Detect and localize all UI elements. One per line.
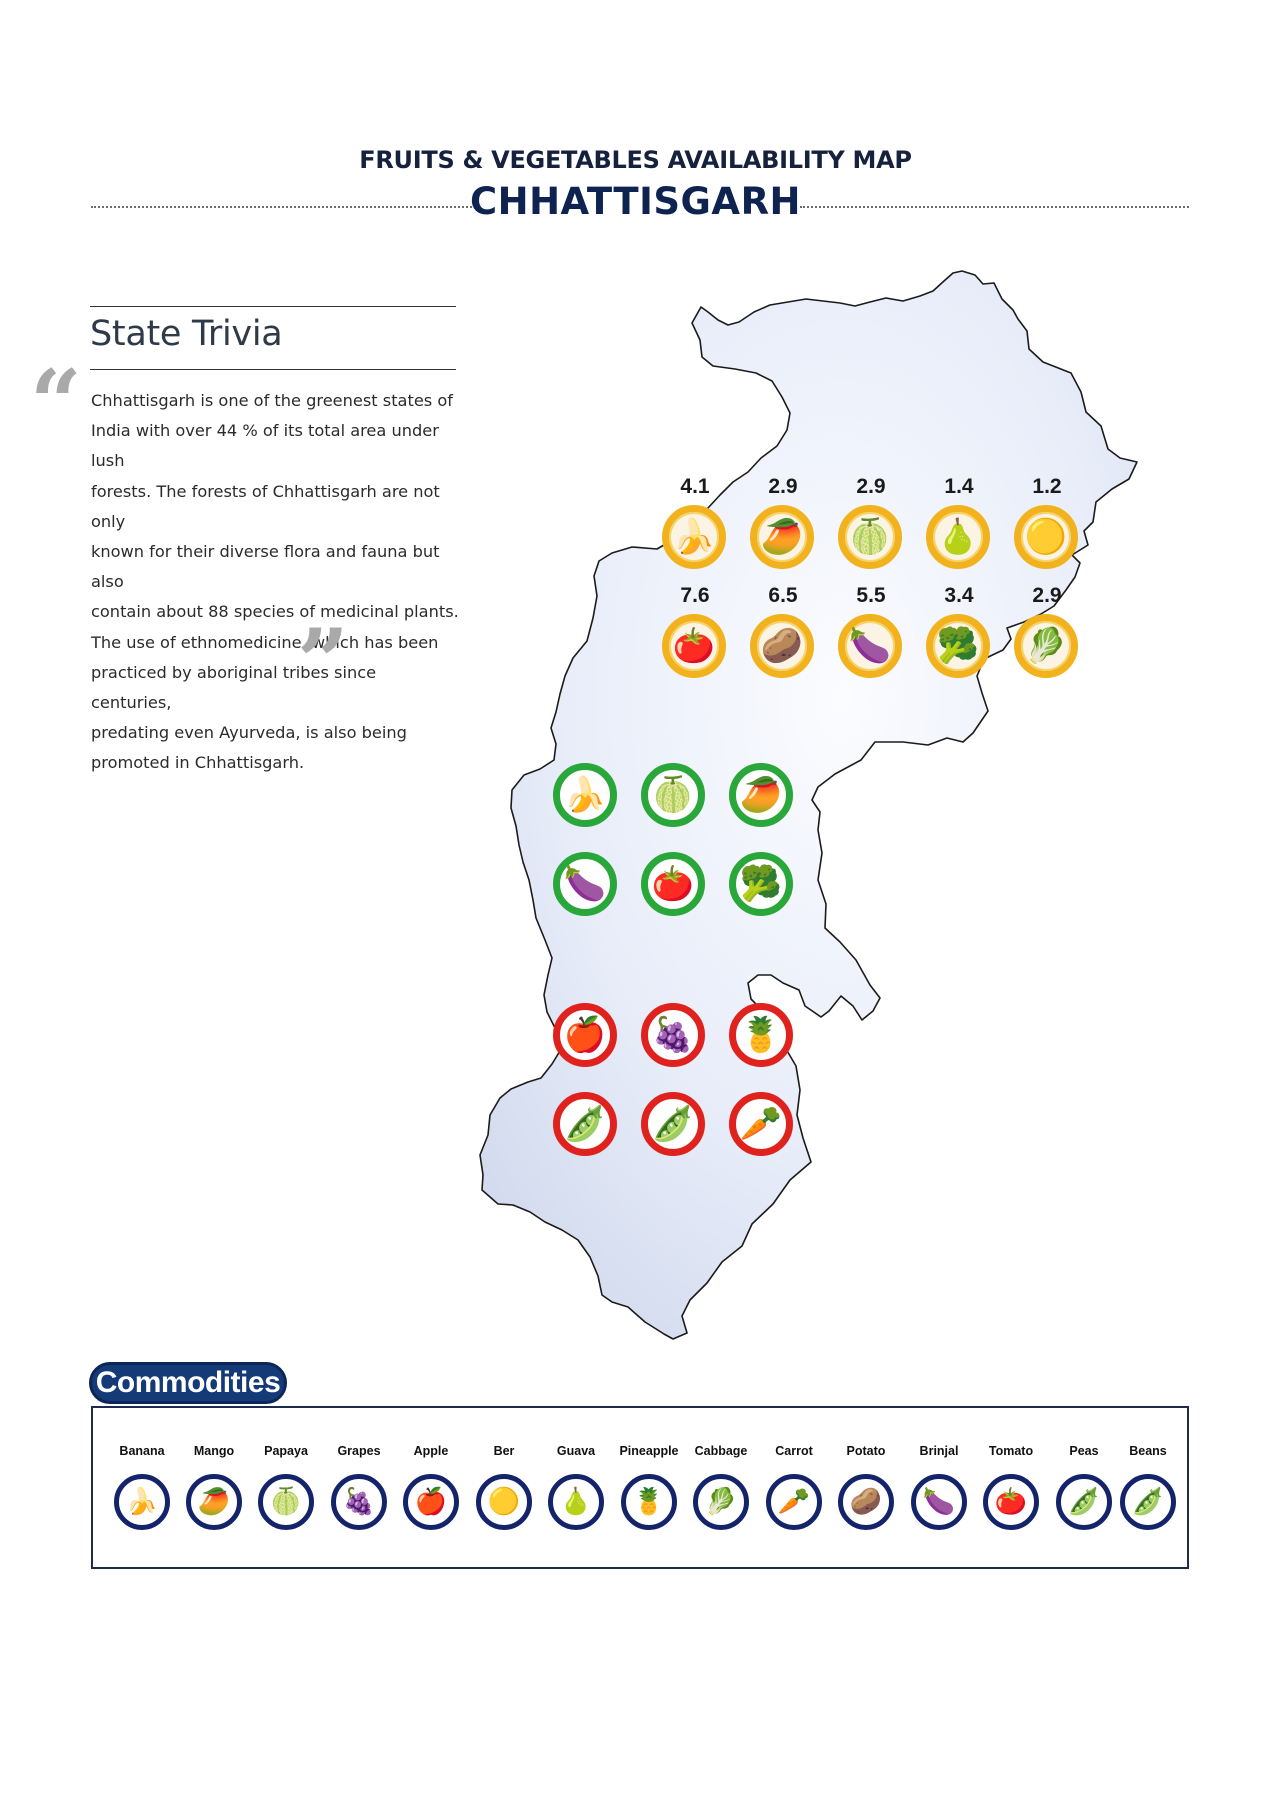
commodity-name: Banana	[119, 1444, 165, 1458]
banana-icon: 🍌	[114, 1474, 170, 1530]
potato-badge: 🥔	[750, 614, 814, 678]
surplus-value-label: 7.6	[680, 584, 710, 607]
tomato-badge: 🍅	[641, 852, 705, 916]
papaya-badge: 🍈	[838, 505, 902, 569]
commodity-name: Grapes	[337, 1444, 381, 1458]
commodity-name: Beans	[1129, 1444, 1167, 1458]
brinjal-icon: 🍆	[911, 1474, 967, 1530]
commodity-name: Peas	[1069, 1444, 1099, 1458]
ber-icon: 🟡	[476, 1474, 532, 1530]
guava-badge: 🍐	[926, 505, 990, 569]
grapes-badge: 🍇	[641, 1003, 705, 1067]
pineapple-icon: 🍍	[621, 1474, 677, 1530]
commodity-name: Cabbage	[694, 1444, 748, 1458]
mango-badge: 🥭	[729, 763, 793, 827]
banana-badge: 🍌	[662, 505, 726, 569]
grapes-icon: 🍇	[331, 1474, 387, 1530]
surplus-value-label: 2.9	[768, 475, 798, 498]
commodity-name: Tomato	[988, 1444, 1034, 1458]
mango-icon: 🥭	[186, 1474, 242, 1530]
brinjal-badge: 🍆	[553, 852, 617, 916]
commodity-name: Apple	[413, 1444, 449, 1458]
commodities-legend: Banana 🍌 Mango 🥭 Papaya 🍈 Grapes 🍇 Apple…	[91, 1406, 1189, 1569]
carrot-badge: 🥕	[729, 1092, 793, 1156]
peas-icon: 🫛	[1056, 1474, 1112, 1530]
commodity-name: Carrot	[775, 1444, 813, 1458]
mango-badge: 🥭	[750, 505, 814, 569]
surplus-value-label: 1.2	[1032, 475, 1062, 498]
papaya-icon: 🍈	[258, 1474, 314, 1530]
guava-icon: 🍐	[548, 1474, 604, 1530]
potato-icon: 🥔	[838, 1474, 894, 1530]
commodity-name: Ber	[493, 1444, 515, 1458]
cauliflower-badge: 🥦	[926, 614, 990, 678]
tomato-badge: 🍅	[662, 614, 726, 678]
apple-icon: 🍎	[403, 1474, 459, 1530]
commodities-label: Commodities	[89, 1362, 287, 1404]
tomato-icon: 🍅	[983, 1474, 1039, 1530]
surplus-value-label: 1.4	[944, 475, 974, 498]
commodity-name: Potato	[846, 1444, 886, 1458]
commodity-name: Mango	[193, 1444, 235, 1458]
state-map	[479, 270, 1138, 1340]
ber-badge: 🟡	[1014, 505, 1078, 569]
surplus-value-label: 2.9	[856, 475, 886, 498]
cabbage-badge: 🥬	[1014, 614, 1078, 678]
cabbage-icon: 🥬	[693, 1474, 749, 1530]
carrot-icon: 🥕	[766, 1474, 822, 1530]
surplus-value-label: 3.4	[944, 584, 974, 607]
brinjal-badge: 🍆	[838, 614, 902, 678]
peas-badge: 🫛	[641, 1092, 705, 1156]
commodity-name: Guava	[556, 1444, 596, 1458]
apple-badge: 🍎	[553, 1003, 617, 1067]
commodity-name: Pineapple	[619, 1444, 679, 1458]
beans-icon: 🫛	[1120, 1474, 1176, 1530]
surplus-value-label: 5.5	[856, 584, 886, 607]
surplus-value-label: 2.9	[1032, 584, 1062, 607]
beans-badge: 🫛	[553, 1092, 617, 1156]
cauliflower-badge: 🥦	[729, 852, 793, 916]
papaya-badge: 🍈	[641, 763, 705, 827]
surplus-value-label: 4.1	[680, 475, 710, 498]
commodity-name: Papaya	[264, 1444, 308, 1458]
surplus-value-label: 6.5	[768, 584, 798, 607]
banana-badge: 🍌	[553, 763, 617, 827]
commodity-name: Brinjal	[919, 1444, 959, 1458]
pineapple-badge: 🍍	[729, 1003, 793, 1067]
